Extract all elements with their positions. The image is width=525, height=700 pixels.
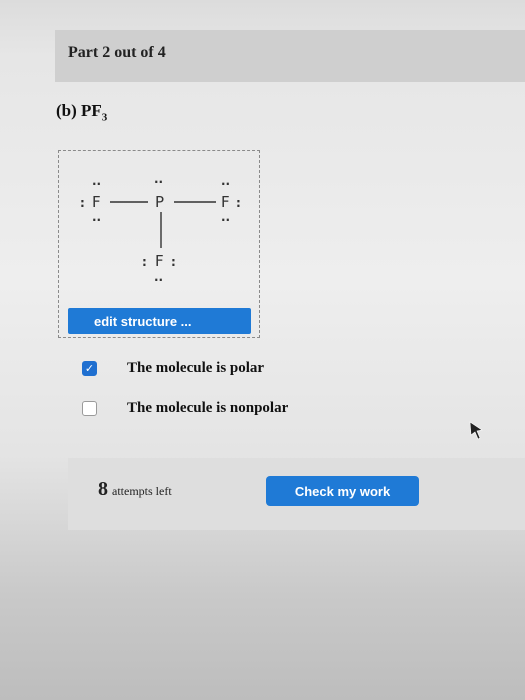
lone-pair: ·· — [221, 177, 230, 191]
lone-pair: ·· — [154, 175, 163, 189]
edit-structure-button[interactable]: edit structure ... — [68, 308, 251, 334]
atom-bottom: F — [155, 252, 164, 270]
lone-pair: ·· — [92, 177, 101, 191]
checkbox-polar[interactable]: ✓ — [82, 360, 97, 376]
lone-pair: ·· — [221, 213, 230, 227]
question-formula-subscript: 3 — [101, 111, 108, 124]
option-polar[interactable]: ✓ The molecule is polar — [82, 358, 264, 378]
lone-pair: : — [142, 255, 147, 269]
option-nonpolar-label: The molecule is nonpolar — [127, 399, 289, 416]
attempts-left: 8 attempts left — [98, 478, 172, 501]
checkbox-nonpolar[interactable] — [82, 400, 97, 416]
mouse-cursor-icon — [469, 421, 483, 440]
option-polar-label: The molecule is polar — [127, 359, 265, 376]
question-formula: (b) PF — [56, 101, 102, 120]
check-my-work-button[interactable]: Check my work — [266, 476, 419, 506]
lone-pair: : — [236, 196, 241, 210]
lewis-structure-drawing: F ·· ·· : P ·· F ·· ·· : F : : ·· — [58, 150, 260, 310]
lone-pair: ·· — [154, 273, 163, 287]
lone-pair: : — [80, 196, 85, 210]
part-indicator: Part 2 out of 4 — [68, 44, 166, 61]
lone-pair: ·· — [92, 213, 101, 227]
atom-right: F — [221, 193, 230, 211]
lone-pair: : — [171, 255, 176, 269]
checkmark-icon: ✓ — [84, 361, 95, 375]
attempts-count: 8 — [98, 478, 108, 500]
option-nonpolar[interactable]: The molecule is nonpolar — [82, 398, 288, 418]
atom-center: P — [155, 193, 164, 211]
question-label: (b) PF3 — [56, 101, 107, 123]
attempts-text: attempts left — [112, 484, 172, 498]
atom-left: F — [92, 193, 101, 211]
